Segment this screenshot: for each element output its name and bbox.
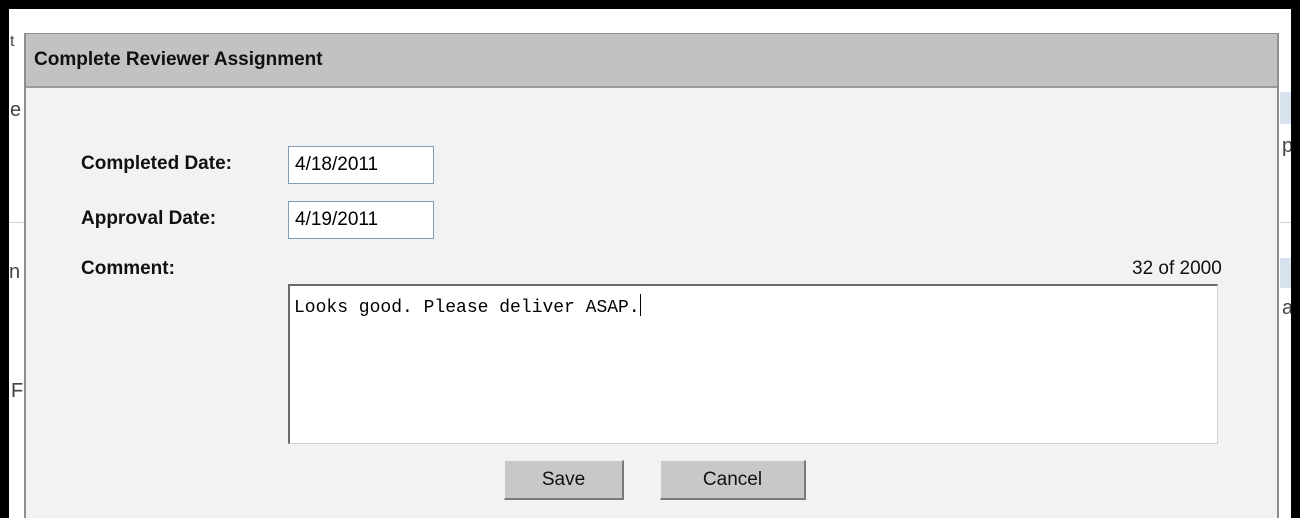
dialog-title-bar[interactable]: Complete Reviewer Assignment [26,34,1277,88]
cancel-button[interactable]: Cancel [660,460,806,500]
text-caret [639,294,641,316]
comment-character-counter: 32 of 2000 [1132,258,1222,279]
screenshot-frame-top [0,0,1300,9]
screenshot-frame-left [0,0,9,518]
complete-reviewer-assignment-dialog: Complete Reviewer Assignment Completed D… [24,33,1279,518]
screen: t e n F p a Complete Reviewer Assignment… [0,0,1300,518]
background-text-fragment: n [9,261,21,283]
completed-date-input[interactable]: 4/18/2011 [288,146,434,184]
dialog-title: Complete Reviewer Assignment [34,49,323,70]
comment-text: Looks good. Please deliver ASAP. [294,298,640,318]
background-text-fragment: t [10,33,15,50]
screenshot-frame-right [1291,0,1300,518]
approval-date-input[interactable]: 4/19/2011 [288,201,434,239]
background-text-fragment: F [11,380,24,402]
background-divider [9,222,24,223]
comment-label: Comment: [81,258,175,279]
save-button[interactable]: Save [504,460,624,500]
completed-date-label: Completed Date: [81,153,232,174]
background-text-fragment: e [10,99,22,121]
comment-textarea[interactable]: Looks good. Please deliver ASAP. [288,284,1218,444]
approval-date-label: Approval Date: [81,208,217,229]
